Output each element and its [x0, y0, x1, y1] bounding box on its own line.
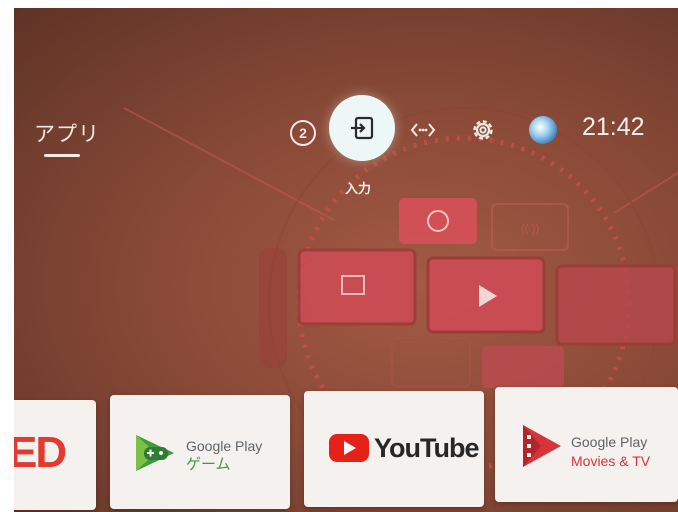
partial-app-logo: ED — [14, 428, 67, 477]
play-games-subtitle: ゲーム — [186, 456, 231, 473]
app-card-google-play-games[interactable]: Google Play ゲーム — [110, 395, 290, 509]
tab-apps-underline — [44, 154, 80, 157]
play-movies-icon — [523, 425, 561, 467]
youtube-play-icon — [329, 434, 369, 462]
network-icon[interactable] — [410, 120, 436, 140]
youtube-wordmark: YouTube — [374, 433, 479, 463]
play-games-icon — [136, 435, 174, 471]
input-button-label: 入力 — [345, 181, 372, 196]
notification-badge[interactable]: 2 — [290, 120, 316, 146]
app-card-youtube[interactable]: YouTube — [304, 391, 484, 507]
play-games-brand: Google Play — [186, 438, 263, 454]
tv-screen: ((·)) アプリ 2 入力 21:42 ED Google Play ゲーム … — [14, 8, 678, 512]
play-movies-brand: Google Play — [571, 434, 648, 450]
tab-apps[interactable]: アプリ — [34, 118, 100, 148]
account-avatar[interactable] — [529, 116, 557, 144]
app-card-partial[interactable]: ED — [14, 400, 96, 510]
gear-icon[interactable] — [469, 116, 497, 144]
input-icon — [351, 116, 374, 140]
clock: 21:42 — [582, 113, 645, 141]
play-movies-subtitle: Movies & TV — [571, 453, 651, 469]
input-button[interactable] — [329, 95, 395, 161]
app-card-google-play-movies[interactable]: Google Play Movies & TV — [495, 387, 678, 502]
svg-text:((·)): ((·)) — [521, 223, 539, 235]
